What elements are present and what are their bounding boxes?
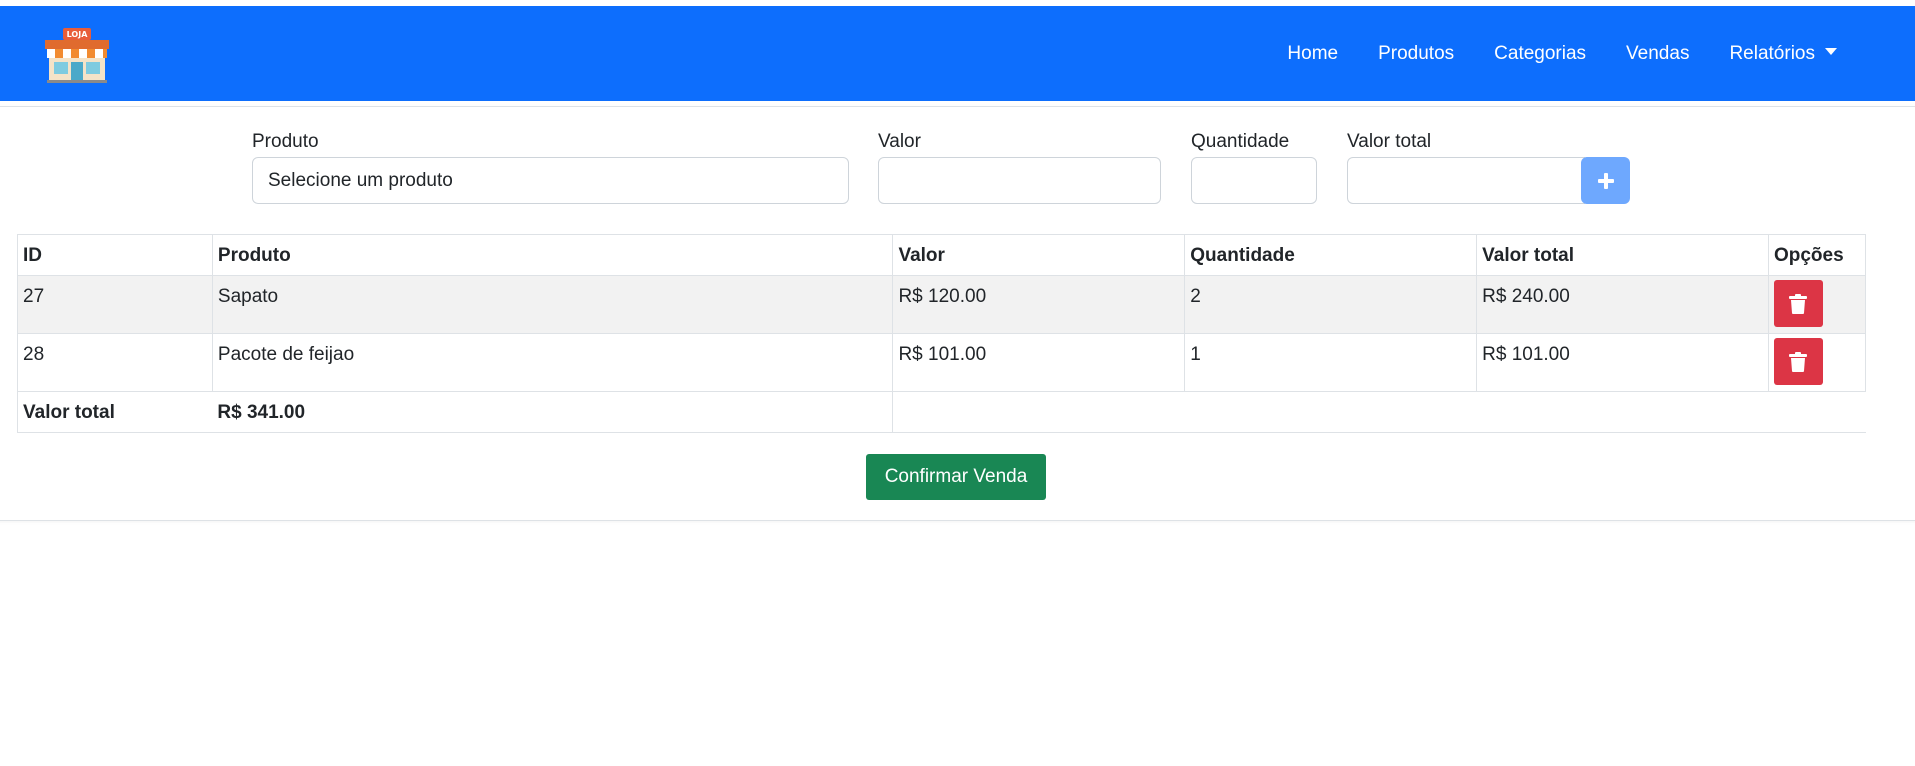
produto-select[interactable]: Selecione um produto <box>252 157 849 204</box>
header-quantidade: Quantidade <box>1184 234 1478 276</box>
quantidade-label: Quantidade <box>1191 131 1290 152</box>
nav-home-label: Home <box>1287 42 1339 64</box>
total-row: Valor total R$ 341.00 <box>17 391 1866 433</box>
header-opcoes: Opções <box>1767 234 1867 276</box>
produto-select-value: Selecione um produto <box>268 169 453 191</box>
plus-icon <box>1597 172 1614 189</box>
valor-total-input[interactable] <box>1347 157 1585 204</box>
nav-relatorios-dropdown[interactable]: Relatórios <box>1729 43 1837 65</box>
cell-quantidade: 2 <box>1184 275 1478 334</box>
nav-home[interactable]: Home <box>1287 43 1338 65</box>
cell-opcoes <box>1767 333 1867 392</box>
total-row-filler <box>892 391 1866 433</box>
cell-opcoes <box>1767 275 1867 334</box>
valor-label: Valor <box>878 131 921 152</box>
nav-categorias[interactable]: Categorias <box>1494 43 1586 65</box>
cell-id: 28 <box>17 333 213 392</box>
store-logo[interactable]: LOJA <box>43 26 111 84</box>
header-valor: Valor <box>892 234 1186 276</box>
header-id: ID <box>17 234 213 276</box>
nav-categorias-label: Categorias <box>1494 42 1587 64</box>
logo-text: LOJA <box>67 30 89 39</box>
table-row: 27 Sapato R$ 120.00 2 R$ 240.00 <box>17 275 1867 334</box>
table-row: 28 Pacote de feijao R$ 101.00 1 R$ 101.0… <box>17 333 1867 392</box>
cell-produto: Pacote de feijao <box>211 333 894 392</box>
confirm-sale-label: Confirmar Venda <box>884 466 1028 487</box>
nav-relatorios-label: Relatórios <box>1729 42 1815 64</box>
nav-vendas[interactable]: Vendas <box>1626 43 1689 65</box>
nav-links: Home Produtos Categorias Vendas Relatóri… <box>1287 6 1837 101</box>
cell-valor-total: R$ 240.00 <box>1476 275 1769 334</box>
header-valor-total: Valor total <box>1476 234 1769 276</box>
cell-quantidade: 1 <box>1184 333 1478 392</box>
caret-down-icon <box>1825 48 1837 55</box>
produto-label: Produto <box>252 131 319 152</box>
cell-valor: R$ 101.00 <box>892 333 1186 392</box>
valor-input[interactable] <box>878 157 1161 204</box>
confirm-sale-button[interactable]: Confirmar Venda <box>866 454 1046 500</box>
valor-total-label: Valor total <box>1347 131 1432 152</box>
add-item-button[interactable] <box>1581 157 1630 204</box>
nav-produtos[interactable]: Produtos <box>1378 43 1454 65</box>
cell-valor: R$ 120.00 <box>892 275 1186 334</box>
quantidade-input[interactable] <box>1191 157 1317 204</box>
cell-valor-total: R$ 101.00 <box>1476 333 1769 392</box>
nav-produtos-label: Produtos <box>1378 42 1455 64</box>
table-header-row: ID Produto Valor Quantidade Valor total … <box>17 234 1867 276</box>
cell-produto: Sapato <box>211 275 894 334</box>
header-produto: Produto <box>211 234 894 276</box>
top-navbar: LOJA Home Produtos Categorias Vendas Rel… <box>0 6 1915 101</box>
trash-icon <box>1789 351 1808 372</box>
total-value: R$ 341.00 <box>212 391 894 433</box>
sale-items-table: ID Produto Valor Quantidade Valor total … <box>17 234 1867 433</box>
cell-id: 27 <box>17 275 213 334</box>
total-label: Valor total <box>17 391 213 433</box>
nav-vendas-label: Vendas <box>1626 42 1690 64</box>
delete-item-button[interactable] <box>1773 338 1823 385</box>
trash-icon <box>1789 293 1808 314</box>
delete-item-button[interactable] <box>1773 280 1823 327</box>
